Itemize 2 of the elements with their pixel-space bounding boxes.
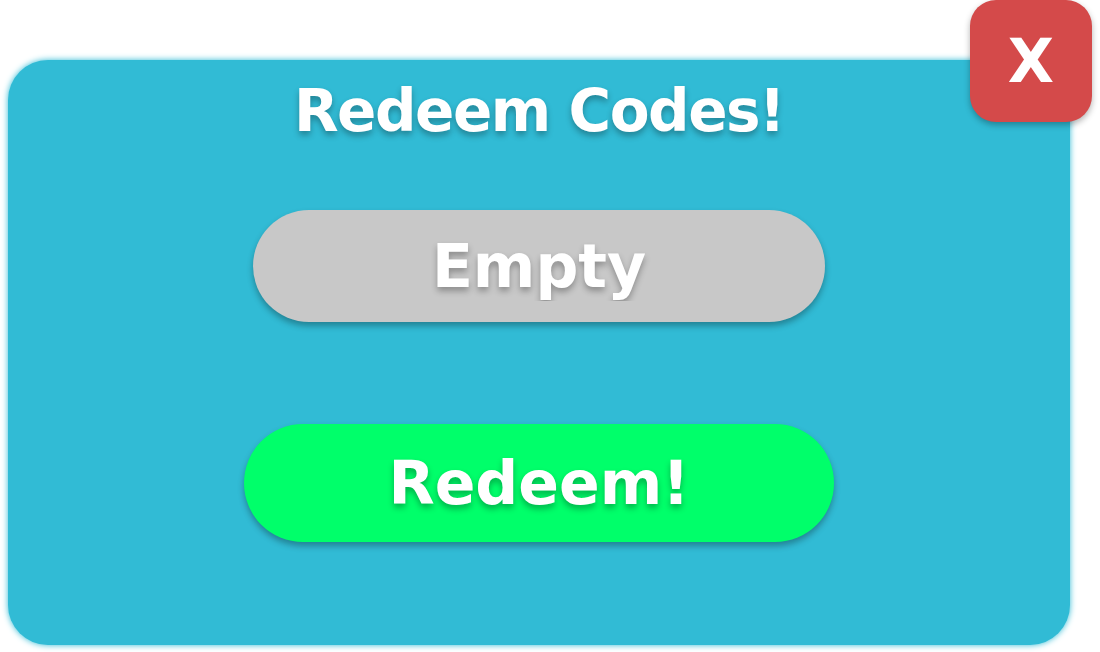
dialog-title: Redeem Codes! [293,82,785,140]
close-button[interactable]: X [970,0,1092,122]
